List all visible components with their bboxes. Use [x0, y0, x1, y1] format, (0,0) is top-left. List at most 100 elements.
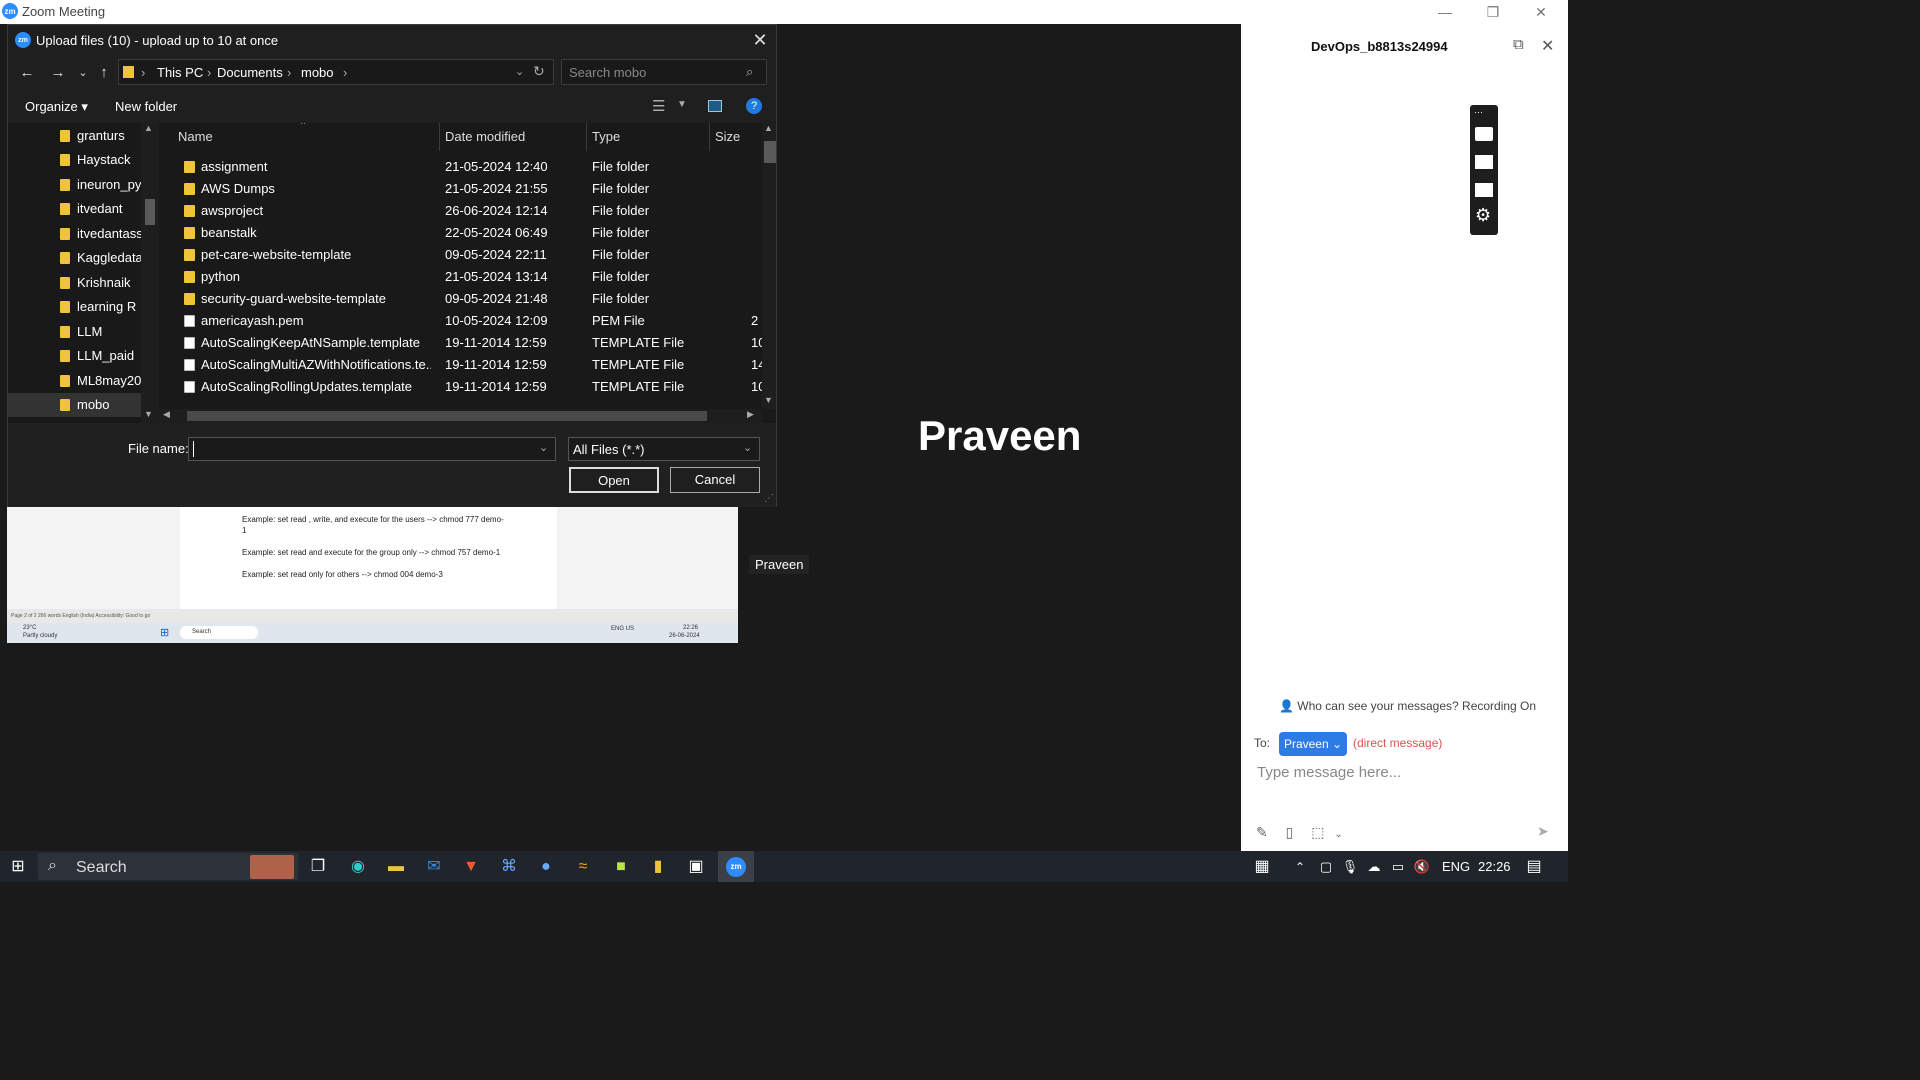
- tray-chevron-icon[interactable]: ⌃: [1290, 857, 1310, 877]
- scroll-thumb[interactable]: [187, 411, 707, 421]
- gear-icon[interactable]: ⚙: [1475, 205, 1491, 226]
- nav-item-krishnaik[interactable]: Krishnaik: [8, 271, 141, 295]
- volume-muted-icon[interactable]: 🔇: [1412, 857, 1432, 877]
- scroll-down-icon[interactable]: ▼: [764, 395, 773, 405]
- edge-icon[interactable]: ◉: [348, 857, 368, 877]
- nav-item-haystack[interactable]: Haystack: [8, 148, 141, 172]
- chevron-down-icon[interactable]: ⌄: [72, 62, 94, 84]
- file-row[interactable]: AWS Dumps 21-05-2024 21:55 File folder: [159, 178, 759, 200]
- scroll-up-icon[interactable]: ▲: [144, 123, 153, 133]
- scroll-down-icon[interactable]: ▼: [144, 409, 153, 419]
- nav-item-llm[interactable]: LLM: [8, 320, 141, 344]
- file-row[interactable]: AutoScalingMultiAZWithNotifications.te..…: [159, 354, 765, 376]
- nav-item-llm-paid[interactable]: LLM_paid: [8, 344, 141, 368]
- snipping-tool-icon[interactable]: ▣: [686, 857, 706, 877]
- file-row[interactable]: assignment 21-05-2024 12:40 File folder: [159, 156, 759, 178]
- recipient-select[interactable]: Praveen ⌄: [1279, 732, 1347, 756]
- preview-pane-icon[interactable]: [708, 100, 722, 112]
- scroll-left-icon[interactable]: ◀: [163, 409, 170, 420]
- clock[interactable]: 22:26: [1478, 859, 1511, 874]
- news-icon[interactable]: ▦: [1252, 857, 1272, 877]
- view-list-icon[interactable]: ☰: [652, 97, 665, 115]
- windows-start-icon[interactable]: ⊞: [8, 857, 28, 877]
- column-header-name[interactable]: Name: [178, 129, 213, 144]
- column-separator[interactable]: [439, 123, 440, 151]
- battery-icon[interactable]: ▭: [1388, 857, 1408, 877]
- message-input[interactable]: Type message here...: [1257, 764, 1401, 781]
- new-folder-button[interactable]: New folder: [115, 99, 177, 114]
- history-dropdown-icon[interactable]: ⌄: [515, 65, 524, 78]
- restore-button[interactable]: ❐: [1470, 2, 1516, 22]
- file-row[interactable]: pet-care-website-template 09-05-2024 22:1…: [159, 244, 759, 266]
- nav-item-itvedant[interactable]: itvedant: [8, 197, 141, 221]
- screenshot-icon[interactable]: ⬚: [1311, 824, 1324, 840]
- popout-icon[interactable]: ⧉: [1513, 36, 1524, 53]
- minimize-button[interactable]: —: [1422, 2, 1468, 22]
- breadcrumb-this-pc[interactable]: This PC: [157, 65, 203, 80]
- file-row[interactable]: AutoScalingRollingUpdates.template 19-11-…: [159, 376, 765, 398]
- forward-arrow-icon[interactable]: →: [47, 62, 69, 84]
- column-header-type[interactable]: Type: [592, 129, 620, 144]
- nav-item-granturs[interactable]: granturs: [8, 124, 141, 148]
- file-list-vscrollbar[interactable]: ▲ ▼: [762, 123, 776, 409]
- onedrive-icon[interactable]: ☁: [1364, 857, 1384, 877]
- scroll-right-icon[interactable]: ▶: [747, 409, 754, 420]
- nav-item-ml8may[interactable]: ML8may202: [8, 369, 141, 393]
- cancel-button[interactable]: Cancel: [670, 467, 760, 493]
- refresh-icon[interactable]: ↻: [533, 63, 545, 80]
- privacy-note[interactable]: 👤 Who can see your messages? Recording O…: [1279, 699, 1536, 713]
- close-window-button[interactable]: ✕: [1518, 2, 1564, 22]
- notifications-icon[interactable]: ▤: [1524, 857, 1544, 877]
- open-button[interactable]: Open: [569, 467, 659, 493]
- file-row[interactable]: awsproject 26-06-2024 12:14 File folder: [159, 200, 759, 222]
- breadcrumb-documents[interactable]: Documents: [217, 65, 283, 80]
- resize-grip-icon[interactable]: ⋰: [764, 493, 774, 504]
- help-icon[interactable]: ?: [746, 98, 762, 114]
- back-arrow-icon[interactable]: ←: [16, 62, 38, 84]
- scroll-up-icon[interactable]: ▲: [764, 123, 773, 133]
- address-bar[interactable]: › This PC › Documents › mobo › ⌄ ↻: [118, 59, 554, 85]
- file-list-hscrollbar[interactable]: ◀ ▶: [159, 409, 762, 423]
- scroll-thumb[interactable]: [145, 199, 155, 225]
- chevron-down-icon[interactable]: ⌄: [1334, 829, 1342, 840]
- search-icon[interactable]: ⌕: [746, 64, 753, 80]
- pycharm-icon[interactable]: ■: [611, 857, 631, 877]
- format-text-icon[interactable]: ✎: [1256, 824, 1268, 840]
- close-icon[interactable]: ✕: [1541, 36, 1554, 56]
- search-input[interactable]: Search mobo ⌕: [561, 59, 767, 85]
- brave-icon[interactable]: ▼: [461, 857, 481, 877]
- nav-scrollbar[interactable]: ▲ ▼: [141, 123, 158, 423]
- nav-item-mobo[interactable]: mobo: [8, 393, 141, 417]
- vscode-icon[interactable]: ⌘: [499, 857, 519, 877]
- file-name-input[interactable]: ⌄: [188, 437, 556, 461]
- nav-item-kaggledata[interactable]: Kaggledata: [8, 246, 141, 270]
- column-separator[interactable]: [586, 123, 587, 151]
- r-studio-icon[interactable]: ●: [536, 857, 556, 877]
- file-row[interactable]: AutoScalingKeepAtNSample.template 19-11-2…: [159, 332, 765, 354]
- view-dropdown-icon[interactable]: ▼: [677, 99, 687, 110]
- organize-button[interactable]: Organize ▾: [25, 99, 88, 115]
- nav-item-itvedantassi[interactable]: itvedantassi: [8, 222, 141, 246]
- breadcrumb-mobo[interactable]: mobo: [301, 65, 334, 80]
- file-row[interactable]: python 21-05-2024 13:14 File folder: [159, 266, 759, 288]
- send-icon[interactable]: ➤: [1537, 823, 1549, 840]
- file-type-select[interactable]: All Files (*.*) ⌄: [568, 437, 760, 461]
- power-bi-icon[interactable]: ▮: [648, 857, 668, 877]
- task-view-icon[interactable]: ❐: [308, 857, 328, 877]
- taskbar-search[interactable]: ⌕ Search: [38, 853, 298, 880]
- file-row[interactable]: security-guard-website-template 09-05-202…: [159, 288, 759, 310]
- zoom-taskbar-button[interactable]: zm: [718, 851, 754, 882]
- meet-now-icon[interactable]: ▢: [1316, 857, 1336, 877]
- nav-item-learning-r[interactable]: learning R: [8, 295, 141, 319]
- nav-item-ineuron[interactable]: ineuron_pyt: [8, 173, 141, 197]
- close-icon[interactable]: ✕: [748, 29, 772, 51]
- column-header-size[interactable]: Size: [715, 129, 740, 144]
- file-explorer-icon[interactable]: ▬: [386, 857, 406, 877]
- jupyter-icon[interactable]: ≈: [573, 857, 593, 877]
- microphone-icon[interactable]: 🎙: [1340, 857, 1360, 877]
- column-header-date[interactable]: Date modified: [445, 129, 525, 144]
- more-options-icon[interactable]: ⋯: [1474, 107, 1483, 118]
- video-icon[interactable]: [1475, 155, 1493, 169]
- column-separator[interactable]: [709, 123, 710, 151]
- input-language[interactable]: ENG: [1442, 859, 1470, 874]
